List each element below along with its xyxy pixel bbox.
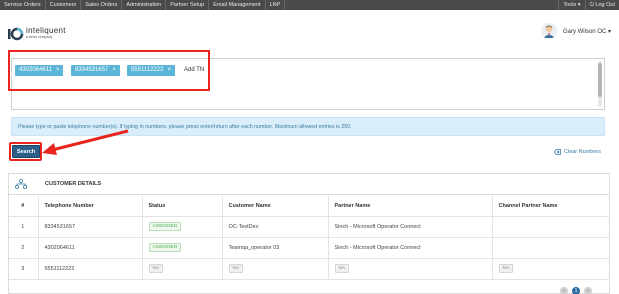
clear-icon: [554, 149, 561, 155]
column-header: Status: [142, 196, 223, 217]
status-badge: ASSIGNED: [148, 243, 182, 252]
brand-logo[interactable]: inteliquent a sinch company: [8, 27, 66, 41]
logout-label: Log Out: [595, 2, 615, 8]
row-number: 1: [8, 216, 39, 238]
telephone-number: 5551112222: [38, 258, 143, 280]
telephone-number: 4302064611: [38, 237, 143, 259]
customer-details-table: # Telephone Number Status Customer Name …: [8, 196, 610, 280]
annotation-arrow-icon: [42, 129, 129, 155]
customer-name: OC-TestDev: [222, 216, 329, 238]
table-row: 1 8334531657 ASSIGNED OC-TestDev Sinch -…: [8, 216, 610, 238]
table-header-row: # Telephone Number Status Customer Name …: [8, 196, 610, 217]
nav-customers[interactable]: Customers: [46, 0, 82, 10]
channel-partner-badge: NA: [498, 264, 514, 273]
power-icon: ⏻: [589, 2, 594, 8]
sitemap-icon: [15, 179, 27, 189]
nav-email-management[interactable]: Email Management: [209, 0, 266, 10]
table-row: 3 5551112222 NA NA NA NA: [8, 258, 610, 280]
telephone-number: 8334531657: [38, 216, 143, 238]
column-header: Telephone Number: [38, 196, 143, 217]
row-number: 3: [8, 258, 39, 280]
pagination: ‹ 1 ›: [560, 287, 596, 294]
customer-name-badge: NA: [228, 264, 244, 273]
channel-partner-name: [492, 216, 610, 238]
prev-page-button[interactable]: ‹: [560, 287, 568, 294]
nav-lnp[interactable]: LNP: [266, 0, 286, 10]
input-scrollbar[interactable]: [598, 61, 602, 107]
nav-sales-orders[interactable]: Sales Orders: [81, 0, 123, 10]
nav-service-orders[interactable]: Service Orders: [0, 0, 46, 10]
partner-name-badge: NA: [334, 264, 350, 273]
search-button[interactable]: Search: [12, 145, 40, 158]
partner-name: Sinch - Microsoft Operator Connect: [328, 216, 493, 238]
channel-partner-name: [492, 237, 610, 259]
column-header: Channel Partner Name: [492, 196, 610, 217]
next-page-button[interactable]: ›: [584, 287, 592, 294]
table-row: 2 4302064611 ASSIGNED Teamqa_operator 03…: [8, 237, 610, 259]
annotation-highlight-box: [8, 50, 210, 91]
customer-details-title: CUSTOMER DETAILS: [45, 181, 102, 187]
top-navigation-bar: Service Orders Customers Sales Orders Ad…: [0, 0, 619, 10]
inteliquent-logo-icon: [8, 27, 24, 41]
status-badge: ASSIGNED: [148, 222, 182, 231]
clear-numbers-link[interactable]: Clear Numbers: [554, 149, 601, 155]
nav-administration[interactable]: Administration: [122, 0, 167, 10]
user-name: Gary Wilson OC ▾: [562, 28, 611, 35]
current-page-button[interactable]: 1: [572, 287, 580, 294]
tools-menu[interactable]: Tools ▾: [558, 0, 584, 10]
user-menu[interactable]: Gary Wilson OC ▾: [540, 23, 611, 39]
column-header: Partner Name: [328, 196, 493, 217]
logout-link[interactable]: ⏻ Log Out: [584, 0, 619, 10]
column-header: Customer Name: [222, 196, 329, 217]
column-header: #: [8, 196, 39, 217]
partner-name: Sinch - Microsoft Operator Connect: [328, 237, 493, 259]
customer-name: Teamqa_operator 03: [222, 237, 329, 259]
clear-numbers-label: Clear Numbers: [564, 149, 601, 155]
status-badge: NA: [148, 264, 164, 273]
avatar: [540, 23, 557, 39]
row-number: 2: [8, 237, 39, 259]
nav-partner-setup[interactable]: Partner Setup: [166, 0, 210, 10]
